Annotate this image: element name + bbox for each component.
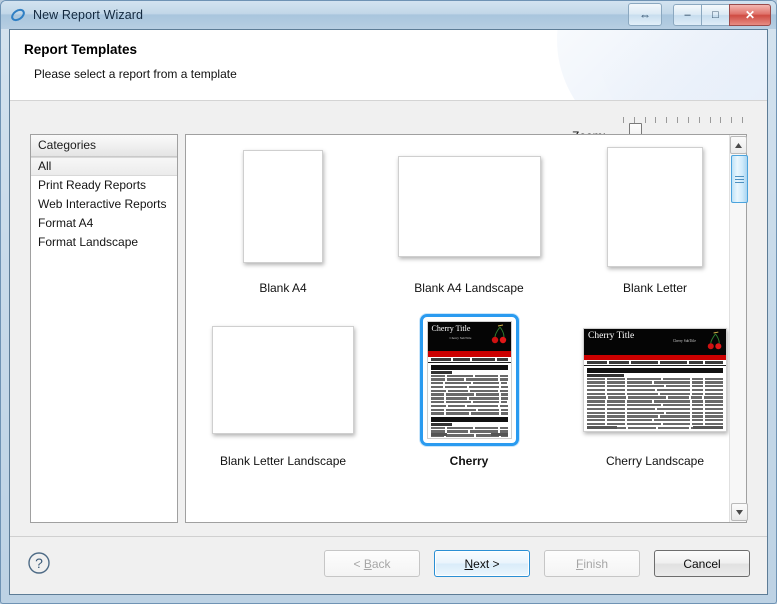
cherry-doc-title: Cherry Title [431,323,471,333]
resize-button[interactable]: ⇔ [628,3,662,26]
template-label: Cherry Landscape [605,454,705,468]
wizard-window: New Report Wizard ⇔ – □ ✕ Report Templat… [0,0,777,604]
cherry-doc-column-header [427,357,511,363]
cherry-preview-portrait: Cherry Title Cherry SubTitle [426,320,512,439]
minimize-button[interactable]: – [673,3,701,26]
cherry-doc-red-band [427,350,511,357]
categories-panel: Categories All Print Ready Reports Web I… [30,134,178,523]
template-thumbnail-wrap [190,137,376,279]
cherry-doc-group-bar [587,367,723,373]
cherry-doc-group-label [430,370,453,374]
wizard-ellipse-icon [10,7,26,23]
back-button-label: < Back [353,556,391,571]
template-thumbnail-wrap [562,137,729,279]
blank-page-icon [243,150,323,263]
finish-button[interactable]: Finish [544,550,640,577]
cherry-doc-footer [428,432,511,436]
cherry-doc-band-text [722,355,723,359]
template-item-blank-a4[interactable]: Blank A4 [190,137,376,297]
template-item-blank-a4-landscape[interactable]: Blank A4 Landscape [376,137,562,297]
close-button[interactable]: ✕ [729,3,771,26]
template-label: Blank Letter [622,281,688,295]
blank-page-icon [397,156,541,257]
cherry-doc-footer [584,425,726,429]
cherry-doc-group-label [587,373,624,377]
template-thumbnail-wrap: Cherry Title Cherry SubTitle [376,310,562,452]
template-label: Blank A4 Landscape [414,281,524,295]
cherry-doc-subtitle: Cherry SubTitle [449,335,472,340]
category-item-web-interactive-reports[interactable]: Web Interactive Reports [31,195,177,214]
template-label: Blank Letter Landscape [219,454,347,468]
template-thumbnail-wrap [190,310,376,452]
cherry-doc-header: Cherry Title Cherry SubTitle [427,321,511,351]
maximize-button[interactable]: □ [701,3,729,26]
category-item-all[interactable]: All [31,157,177,176]
header-swoosh-graphic-inner [597,30,767,100]
template-label: Blank A4 [259,281,307,295]
window-title: New Report Wizard [33,8,144,22]
category-item-format-a4[interactable]: Format A4 [31,214,177,233]
templates-row: Blank A4 Blank A4 Landscape Blank Letter [186,137,729,297]
window-buttons: ⇔ – □ ✕ [628,3,771,26]
svg-text:?: ? [35,555,43,571]
categories-list[interactable]: All Print Ready Reports Web Interactive … [31,157,177,252]
cherry-doc-group-label [430,422,453,426]
scrollbar-thumb[interactable] [731,155,748,203]
template-item-blank-letter[interactable]: Blank Letter [562,137,729,297]
template-selection-highlight: Cherry Title Cherry SubTitle [419,313,519,446]
cherry-doc-red-band [584,354,726,360]
cherry-doc-header: Cherry Title Cherry SubTitle [584,328,726,355]
cherry-doc-rows [584,377,726,430]
cherry-doc-title: Cherry Title [588,330,635,341]
category-item-print-ready-reports[interactable]: Print Ready Reports [31,176,177,195]
cherry-doc-column-header [584,360,726,366]
cherry-preview-landscape: Cherry Title Cherry SubTitle [583,327,727,432]
title-bar[interactable]: New Report Wizard ⇔ – □ ✕ [1,1,776,29]
category-item-format-landscape[interactable]: Format Landscape [31,233,177,252]
page-subtitle: Please select a report from a template [34,67,237,81]
finish-button-label: Finish [575,556,609,571]
templates-row: Blank Letter Landscape Cherry Title Cher… [186,310,729,470]
template-item-cherry[interactable]: Cherry Title Cherry SubTitle Cherry [376,310,562,470]
cherry-doc-group-bar [430,364,508,370]
templates-grid: Blank A4 Blank A4 Landscape Blank Letter… [186,135,729,522]
cancel-button[interactable]: Cancel [654,550,750,577]
templates-scrollbar[interactable] [729,135,748,522]
blank-page-icon [607,146,703,267]
help-button[interactable]: ? [27,551,51,575]
cherry-doc-band-text [507,351,508,355]
next-button-label: Next > [464,556,500,571]
back-button[interactable]: < Back [324,550,420,577]
cherry-fruit-icon [491,324,509,349]
cherry-doc-subtitle: Cherry SubTitle [672,338,696,343]
blank-page-icon [212,325,354,434]
template-thumbnail-wrap: Cherry Title Cherry SubTitle [562,310,729,452]
template-label: Cherry [449,454,489,468]
cherry-fruit-icon [707,331,724,355]
categories-header: Categories [31,135,177,157]
wizard-header: Report Templates Please select a report … [10,30,767,101]
dialog-footer: ? < Back Next > Finish Cancel [10,536,767,594]
template-thumbnail-wrap [376,137,562,279]
wizard-buttons: < Back Next > Finish Cancel [324,550,750,577]
template-item-blank-letter-landscape[interactable]: Blank Letter Landscape [190,310,376,470]
scroll-up-icon[interactable] [730,136,747,154]
page-title: Report Templates [24,42,138,57]
scroll-down-icon[interactable] [731,503,748,521]
cherry-doc-group-bar [430,416,508,422]
selection-panels: Categories All Print Ready Reports Web I… [30,134,748,523]
cherry-doc-rows [428,374,511,415]
wizard-body: Zoom: Categories All [10,101,767,537]
dialog-client-area: Report Templates Please select a report … [9,29,768,595]
next-button[interactable]: Next > [434,550,530,577]
templates-panel: Blank A4 Blank A4 Landscape Blank Letter… [185,134,748,523]
template-item-cherry-landscape[interactable]: Cherry Title Cherry SubTitle Cherry Land… [562,310,729,470]
